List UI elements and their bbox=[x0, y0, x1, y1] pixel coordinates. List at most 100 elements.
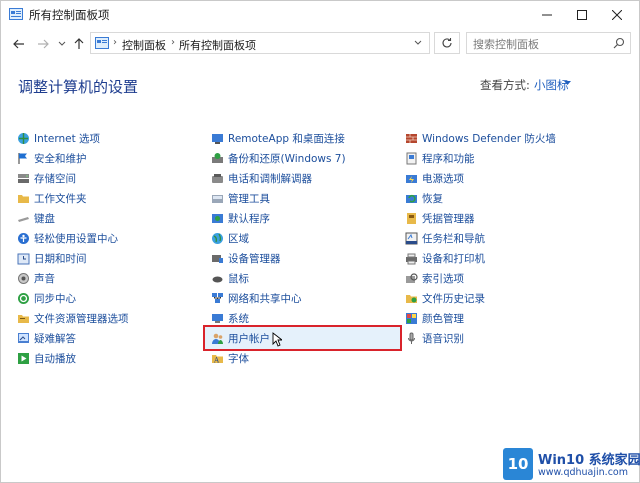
item-label: 存储空间 bbox=[34, 172, 76, 185]
item-autoplay[interactable]: 自动播放 bbox=[17, 348, 76, 368]
search-icon[interactable] bbox=[613, 37, 625, 49]
item-label: RemoteApp 和桌面连接 bbox=[228, 132, 345, 145]
firewall-icon bbox=[405, 132, 418, 145]
item-fonts[interactable]: A 字体 bbox=[211, 348, 249, 368]
item-label: 管理工具 bbox=[228, 192, 270, 205]
item-security-maintenance[interactable]: 安全和维护 bbox=[17, 148, 87, 168]
speaker-icon bbox=[17, 272, 30, 285]
item-label: 默认程序 bbox=[228, 212, 270, 225]
keyboard-icon bbox=[17, 212, 30, 225]
item-devices-printers[interactable]: 设备和打印机 bbox=[405, 248, 485, 268]
breadcrumb-control-panel[interactable]: 控制面板 bbox=[122, 37, 166, 53]
item-remoteapp[interactable]: RemoteApp 和桌面连接 bbox=[211, 128, 345, 148]
item-sound[interactable]: 声音 bbox=[17, 268, 55, 288]
forward-button[interactable] bbox=[33, 34, 53, 54]
item-admin-tools[interactable]: 管理工具 bbox=[211, 188, 270, 208]
globe-icon bbox=[211, 232, 224, 245]
maximize-icon bbox=[577, 10, 587, 20]
autoplay-icon bbox=[17, 352, 30, 365]
item-label: 系统 bbox=[228, 312, 249, 325]
item-label: Internet 选项 bbox=[34, 132, 101, 145]
item-indexing-options[interactable]: 索引选项 bbox=[405, 268, 464, 288]
back-arrow-icon bbox=[13, 39, 24, 49]
default-programs-icon bbox=[211, 212, 224, 225]
back-button[interactable] bbox=[9, 34, 29, 54]
printer-icon bbox=[405, 252, 418, 265]
title-bar: 所有控制面板项 bbox=[1, 1, 639, 29]
item-programs-features[interactable]: 程序和功能 bbox=[405, 148, 475, 168]
item-power-options[interactable]: 电源选项 bbox=[405, 168, 464, 188]
item-label: 文件历史记录 bbox=[422, 292, 485, 305]
item-label: 声音 bbox=[34, 272, 55, 285]
address-dropdown-icon[interactable] bbox=[413, 36, 423, 50]
item-internet-options[interactable]: Internet 选项 bbox=[17, 128, 100, 148]
item-label: 区域 bbox=[228, 232, 249, 245]
folder-icon bbox=[17, 192, 30, 205]
item-sync-center[interactable]: 同步中心 bbox=[17, 288, 76, 308]
item-credential-manager[interactable]: 凭据管理器 bbox=[405, 208, 475, 228]
item-storage-spaces[interactable]: 存储空间 bbox=[17, 168, 76, 188]
item-phone-modem[interactable]: 电话和调制解调器 bbox=[211, 168, 312, 188]
control-panel-icon bbox=[9, 8, 23, 20]
user-accounts-icon bbox=[211, 332, 224, 345]
item-taskbar-navigation[interactable]: 任务栏和导航 bbox=[405, 228, 485, 248]
control-panel-small-icon bbox=[95, 37, 109, 49]
window-title: 所有控制面板项 bbox=[29, 8, 110, 22]
item-user-accounts[interactable]: 用户帐户 bbox=[211, 328, 270, 348]
item-label: 疑难解答 bbox=[34, 332, 76, 345]
item-label: 备份和还原(Windows 7) bbox=[228, 152, 346, 165]
item-date-time[interactable]: 日期和时间 bbox=[17, 248, 87, 268]
watermark-url: www.qdhuajin.com bbox=[538, 467, 628, 478]
item-speech-recognition[interactable]: 语音识别 bbox=[405, 328, 464, 348]
close-icon bbox=[612, 10, 622, 20]
watermark: 10 Win10 系统家园 www.qdhuajin.com bbox=[503, 448, 640, 482]
item-label: 同步中心 bbox=[34, 292, 76, 305]
item-windows-defender-firewall[interactable]: Windows Defender 防火墙 bbox=[405, 128, 556, 148]
search-box[interactable] bbox=[466, 32, 631, 55]
item-label: 设备管理器 bbox=[228, 252, 281, 265]
control-panel-window: 所有控制面板项 › 控制面板 › 所有控制面板项 搜索控制面板 调整计算机的设置… bbox=[0, 0, 640, 483]
backup-icon bbox=[211, 152, 224, 165]
item-label: 颜色管理 bbox=[422, 312, 464, 325]
item-file-explorer-options[interactable]: 文件资源管理器选项 bbox=[17, 308, 129, 328]
item-backup-restore[interactable]: 备份和还原(Windows 7) bbox=[211, 148, 346, 168]
item-ease-of-access[interactable]: 轻松使用设置中心 bbox=[17, 228, 118, 248]
item-label: 安全和维护 bbox=[34, 152, 87, 165]
item-color-management[interactable]: 颜色管理 bbox=[405, 308, 464, 328]
clock-icon bbox=[17, 252, 30, 265]
network-icon bbox=[211, 292, 224, 305]
up-button[interactable] bbox=[69, 34, 89, 54]
watermark-title: Win10 系统家园 bbox=[538, 453, 640, 468]
view-by-caret-icon[interactable] bbox=[564, 81, 571, 86]
remoteapp-icon bbox=[211, 132, 224, 145]
refresh-button[interactable] bbox=[434, 32, 460, 54]
page-heading: 调整计算机的设置 bbox=[18, 78, 139, 96]
search-input[interactable] bbox=[467, 33, 615, 55]
color-management-icon bbox=[405, 312, 418, 325]
item-default-programs[interactable]: 默认程序 bbox=[211, 208, 270, 228]
item-label: 轻松使用设置中心 bbox=[34, 232, 118, 245]
up-arrow-icon bbox=[74, 38, 84, 49]
item-label: 任务栏和导航 bbox=[422, 232, 485, 245]
item-device-manager[interactable]: 设备管理器 bbox=[211, 248, 281, 268]
item-recovery[interactable]: 恢复 bbox=[405, 188, 443, 208]
item-region[interactable]: 区域 bbox=[211, 228, 249, 248]
address-bar[interactable]: › 控制面板 › 所有控制面板项 bbox=[90, 32, 430, 54]
item-label: 凭据管理器 bbox=[422, 212, 475, 225]
ease-of-access-icon bbox=[17, 232, 30, 245]
item-file-history[interactable]: 文件历史记录 bbox=[405, 288, 485, 308]
item-system[interactable]: 系统 bbox=[211, 308, 249, 328]
item-label: Windows Defender 防火墙 bbox=[422, 132, 556, 145]
item-label: 索引选项 bbox=[422, 272, 464, 285]
item-label: 网络和共享中心 bbox=[228, 292, 302, 305]
item-work-folders[interactable]: 工作文件夹 bbox=[17, 188, 87, 208]
item-keyboard[interactable]: 键盘 bbox=[17, 208, 55, 228]
file-history-icon bbox=[405, 292, 418, 305]
close-button[interactable] bbox=[594, 1, 640, 29]
item-troubleshooting[interactable]: 疑难解答 bbox=[17, 328, 76, 348]
item-mouse[interactable]: 鼠标 bbox=[211, 268, 249, 288]
indexing-icon bbox=[405, 272, 418, 285]
item-network-sharing[interactable]: 网络和共享中心 bbox=[211, 288, 302, 308]
item-label: 自动播放 bbox=[34, 352, 76, 365]
breadcrumb-all-items[interactable]: 所有控制面板项 bbox=[179, 37, 256, 53]
